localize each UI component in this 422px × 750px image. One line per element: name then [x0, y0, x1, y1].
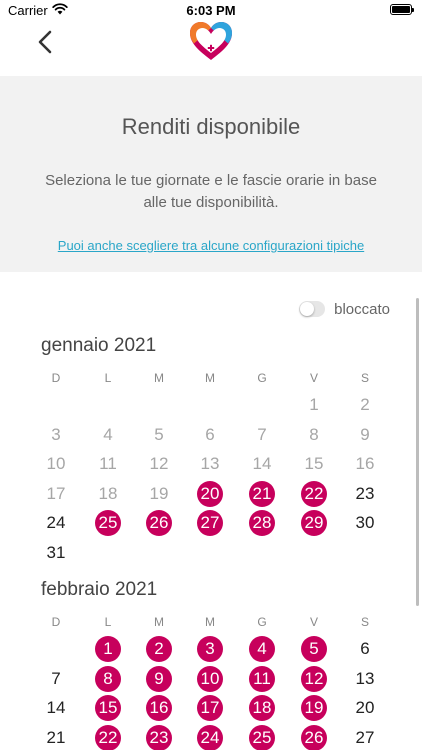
month-title: febbraio 2021	[41, 579, 158, 600]
calendar-day-available[interactable]: 27	[197, 510, 223, 537]
navigation-bar	[0, 20, 422, 76]
calendar-day[interactable]: 19	[146, 481, 172, 507]
calendar-day[interactable]: 30	[352, 510, 378, 536]
weekday-label: D	[51, 371, 61, 385]
calendar-day[interactable]: 20	[352, 695, 378, 721]
calendar-day-available[interactable]: 29	[301, 510, 327, 537]
calendar-day-available[interactable]: 21	[249, 480, 275, 507]
calendar-day[interactable]: 7	[43, 666, 69, 692]
calendar-day-available[interactable]: 2	[146, 636, 172, 662]
availability-header-panel: Renditi disponibile Seleziona le tue gio…	[0, 76, 422, 272]
calendar-day-available[interactable]: 26	[301, 724, 327, 750]
blocked-toggle-row: bloccato	[299, 298, 390, 320]
weekday-label: G	[257, 615, 267, 629]
chevron-left-icon	[38, 30, 52, 54]
calendar-day-available[interactable]: 22	[95, 724, 121, 750]
calendar-day[interactable]: 31	[43, 540, 69, 566]
status-time: 6:03 PM	[186, 3, 236, 18]
calendar-day-available[interactable]: 18	[249, 695, 275, 722]
calendar-day[interactable]: 5	[146, 422, 172, 448]
scrollbar-thumb[interactable]	[416, 298, 419, 606]
weekday-label: G	[257, 371, 267, 385]
calendar-day-available[interactable]: 1	[95, 636, 121, 662]
blocked-toggle-label: bloccato	[334, 300, 390, 318]
toggle-knob	[300, 302, 315, 316]
weekday-label: V	[309, 615, 318, 629]
calendar-day-available[interactable]: 22	[301, 480, 327, 507]
calendar-day-available[interactable]: 16	[146, 695, 172, 722]
weekday-label: L	[104, 371, 112, 385]
calendar-day[interactable]: 4	[95, 422, 121, 448]
calendar-day[interactable]: 18	[95, 481, 121, 507]
calendar-day[interactable]: 13	[352, 666, 378, 692]
calendar-day[interactable]: 6	[352, 636, 378, 662]
calendar-day-available[interactable]: 17	[197, 695, 223, 722]
calendar-day-available[interactable]: 19	[301, 695, 327, 722]
month-title: gennaio 2021	[41, 335, 157, 356]
calendar-day[interactable]: 15	[301, 451, 327, 477]
calendar-day[interactable]: 6	[197, 422, 223, 448]
calendar-day-available[interactable]: 28	[249, 510, 275, 537]
weekday-label: M	[154, 615, 164, 629]
heart-plus-logo-icon	[190, 22, 232, 60]
calendar-day[interactable]: 14	[43, 695, 69, 721]
weekday-label: M	[205, 615, 215, 629]
calendar-day-available[interactable]: 8	[95, 665, 121, 692]
calendar-day-available[interactable]: 3	[197, 636, 223, 662]
calendar-day[interactable]: 14	[249, 451, 275, 477]
back-button[interactable]	[30, 26, 60, 58]
calendar-day[interactable]: 21	[43, 725, 69, 750]
page-description: Seleziona le tue giornate e le fascie or…	[45, 172, 377, 211]
calendar-day[interactable]: 13	[197, 451, 223, 477]
typical-configurations-link[interactable]: Puoi anche scegliere tra alcune configur…	[0, 238, 422, 253]
calendar-day[interactable]: 7	[249, 422, 275, 448]
calendar-day[interactable]: 10	[43, 451, 69, 477]
calendar-day-available[interactable]: 10	[197, 665, 223, 692]
calendar-day[interactable]: 23	[352, 481, 378, 507]
calendar-day-available[interactable]: 25	[95, 510, 121, 537]
battery-icon	[390, 4, 414, 15]
calendar-day[interactable]: 3	[43, 422, 69, 448]
calendar-day-available[interactable]: 5	[301, 636, 327, 662]
calendar-day-available[interactable]: 26	[146, 510, 172, 537]
calendar-day[interactable]: 8	[301, 422, 327, 448]
calendar-day[interactable]: 2	[352, 392, 378, 418]
calendar-day-available[interactable]: 25	[249, 724, 275, 750]
blocked-toggle[interactable]	[299, 301, 326, 317]
calendar-day[interactable]: 24	[43, 510, 69, 536]
calendar-day-available[interactable]: 11	[249, 665, 275, 692]
calendar-day[interactable]: 12	[146, 451, 172, 477]
calendar-day-available[interactable]: 15	[95, 695, 121, 722]
calendar-day-available[interactable]: 9	[146, 665, 172, 692]
calendar-day[interactable]: 11	[95, 451, 121, 477]
status-bar: Carrier 6:03 PM	[0, 0, 422, 20]
weekday-label: L	[104, 615, 112, 629]
calendar-day-available[interactable]: 20	[197, 480, 223, 507]
calendar-day[interactable]: 27	[352, 725, 378, 750]
weekday-label: M	[154, 371, 164, 385]
calendar-day-available[interactable]: 4	[249, 636, 275, 662]
calendar-day[interactable]: 17	[43, 481, 69, 507]
page-title: Renditi disponibile	[121, 114, 301, 139]
weekday-label: M	[205, 371, 215, 385]
weekday-label: D	[51, 615, 61, 629]
calendar-day-available[interactable]: 12	[301, 665, 327, 692]
weekday-label: S	[360, 615, 369, 629]
weekday-label: S	[360, 371, 369, 385]
calendar-day[interactable]: 16	[352, 451, 378, 477]
calendar-day-available[interactable]: 23	[146, 724, 172, 750]
weekday-label: V	[309, 371, 318, 385]
calendar-day[interactable]: 1	[301, 392, 327, 418]
calendar-day-available[interactable]: 24	[197, 724, 223, 750]
calendar-day[interactable]: 9	[352, 422, 378, 448]
